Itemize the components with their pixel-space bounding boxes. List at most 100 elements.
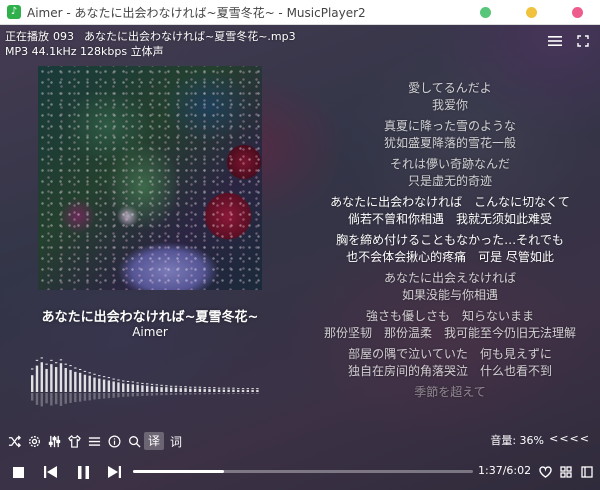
now-playing-label: 正在播放: [5, 30, 49, 43]
lyric-line-original: 部屋の隅で泣いていた 何も見えずに: [348, 347, 552, 361]
spectrum-bar: [217, 389, 221, 392]
lyric-line-original: それは儚い奇跡なんだ: [389, 157, 510, 171]
fullscreen-icon[interactable]: [577, 32, 591, 47]
window-title: Aimer - あなたに出会わなければ~夏雪冬花~ - MusicPlayer2: [27, 5, 366, 20]
spectrum-peak: [179, 386, 182, 388]
album-cover: [38, 66, 262, 290]
spectrum-reflection: [160, 393, 163, 396]
settings-icon[interactable]: [24, 431, 44, 451]
spectrum-peak: [251, 388, 254, 390]
spectrum-reflection: [169, 393, 173, 395]
spectrum-bar: [150, 386, 154, 392]
stop-icon: [12, 466, 24, 478]
spectrum-bar: [107, 380, 111, 392]
spectrum-bar: [213, 389, 216, 392]
shuffle-icon[interactable]: [4, 431, 24, 451]
audio-format-info: MP3 44.1kHz 128kbps 立体声: [5, 45, 164, 58]
desktop-lyric-toggle[interactable]: 词: [166, 433, 186, 450]
spectrum-bar: [35, 365, 39, 392]
spectrum-reflection: [193, 393, 197, 395]
spectrum-bar: [64, 368, 67, 392]
spectrum-bar: [54, 367, 58, 392]
spectrum-reflection: [237, 393, 240, 394]
lyric-line-original: あなたに出会えなければ: [383, 271, 516, 285]
equalizer-icon[interactable]: [44, 431, 64, 451]
file-name: あなたに出会わなければ~夏雪冬花~.mp3: [84, 30, 296, 43]
close-button[interactable]: [554, 0, 600, 25]
spectrum-reflection: [54, 393, 58, 405]
spectrum-peak: [88, 372, 91, 374]
spectrum-reflection: [155, 393, 158, 396]
spectrum-peak: [107, 377, 111, 379]
spectrum-reflection: [232, 393, 235, 395]
spectrum-bar: [155, 386, 158, 392]
pause-button[interactable]: [73, 462, 93, 482]
spectrum-bar: [246, 390, 250, 392]
spectrum-peak: [189, 386, 192, 388]
playlist-toggle-button[interactable]: [577, 462, 597, 482]
spectrum-peak: [50, 359, 53, 361]
lyric-line-original: あなたに出会わなければ こんなに切なくて: [330, 195, 570, 209]
spectrum-peak: [31, 368, 34, 370]
spectrum-reflection: [184, 393, 187, 395]
spectrum-bar: [78, 372, 82, 392]
spectrum-reflection: [198, 393, 202, 395]
spectrum-peak: [54, 362, 58, 364]
spectrum-reflection: [246, 393, 250, 394]
spectrum-reflection: [69, 393, 72, 403]
now-playing-line: 正在播放 093 あなたに出会わなければ~夏雪冬花~.mp3: [5, 28, 296, 44]
spectrum-peak: [246, 388, 250, 390]
spectrum-bar: [189, 388, 192, 392]
spectrum-reflection: [112, 393, 115, 398]
spectrum-bar: [50, 364, 53, 392]
search-icon[interactable]: [124, 431, 144, 451]
title-bar: ♪ Aimer - あなたに出会わなければ~夏雪冬花~ - MusicPlaye…: [0, 0, 600, 25]
spectrum-peak: [208, 387, 211, 389]
maximize-button[interactable]: [508, 0, 554, 25]
spectrum-reflection: [203, 393, 206, 395]
spectrum-reflection: [213, 393, 216, 395]
toolbar: 译 词 音量: 36% <<<<: [0, 430, 600, 452]
spectrum-reflection: [131, 393, 135, 397]
skin-icon[interactable]: [64, 431, 84, 451]
spectrum-peak: [169, 385, 173, 387]
info-icon[interactable]: [104, 431, 124, 451]
lyric-line-original: 強さも優しさも 知らないまま: [365, 309, 534, 323]
volume-indicator[interactable]: <<<<: [549, 432, 590, 445]
lyric-line-translation: 只是虚无的奇迹: [407, 174, 492, 188]
progress-bar[interactable]: [133, 470, 473, 473]
spectrum-reflection: [83, 393, 87, 401]
spectrum-bar: [222, 389, 226, 392]
spectrum-bar: [102, 379, 106, 392]
spectrum-reflection: [179, 393, 182, 395]
spectrum-peak: [59, 359, 63, 361]
lyric-translate-toggle[interactable]: 译: [144, 432, 164, 450]
menu-icon[interactable]: [548, 32, 562, 46]
spectrum-peak: [117, 379, 120, 381]
lyric-line-original: 真夏に降った雪のような: [383, 119, 516, 133]
stop-button[interactable]: [8, 462, 28, 482]
spectrum-reflection: [40, 393, 43, 407]
spectrum-bar: [74, 371, 77, 392]
lyric-line-translation: 也不会体会揪心的疼痛 可是 尽管如此: [346, 250, 554, 264]
spectrum-bar: [179, 388, 182, 392]
spectrum-peak: [203, 387, 206, 389]
spectrum-bar: [184, 388, 187, 392]
lyric-line-translation: 那份坚韧 那份温柔 我可能至今仍旧无法理解: [323, 326, 576, 340]
next-button[interactable]: [104, 462, 124, 482]
spectrum-peak: [227, 387, 230, 389]
media-library-button[interactable]: [556, 462, 576, 482]
previous-button[interactable]: [40, 462, 60, 482]
music-note-icon: ♪: [7, 5, 21, 19]
spectrum-bar: [45, 368, 48, 392]
volume-label[interactable]: 音量: 36%: [490, 432, 544, 448]
spectrum-peak: [74, 367, 77, 369]
favorite-button[interactable]: [535, 462, 555, 482]
spectrum-peak: [78, 368, 82, 370]
spectrum-bar: [122, 383, 125, 392]
close-icon: [571, 6, 583, 18]
playlist-icon[interactable]: [84, 431, 104, 451]
panel-icon: [581, 466, 593, 478]
minimize-button[interactable]: [462, 0, 508, 25]
spectrum-peak: [222, 387, 226, 389]
